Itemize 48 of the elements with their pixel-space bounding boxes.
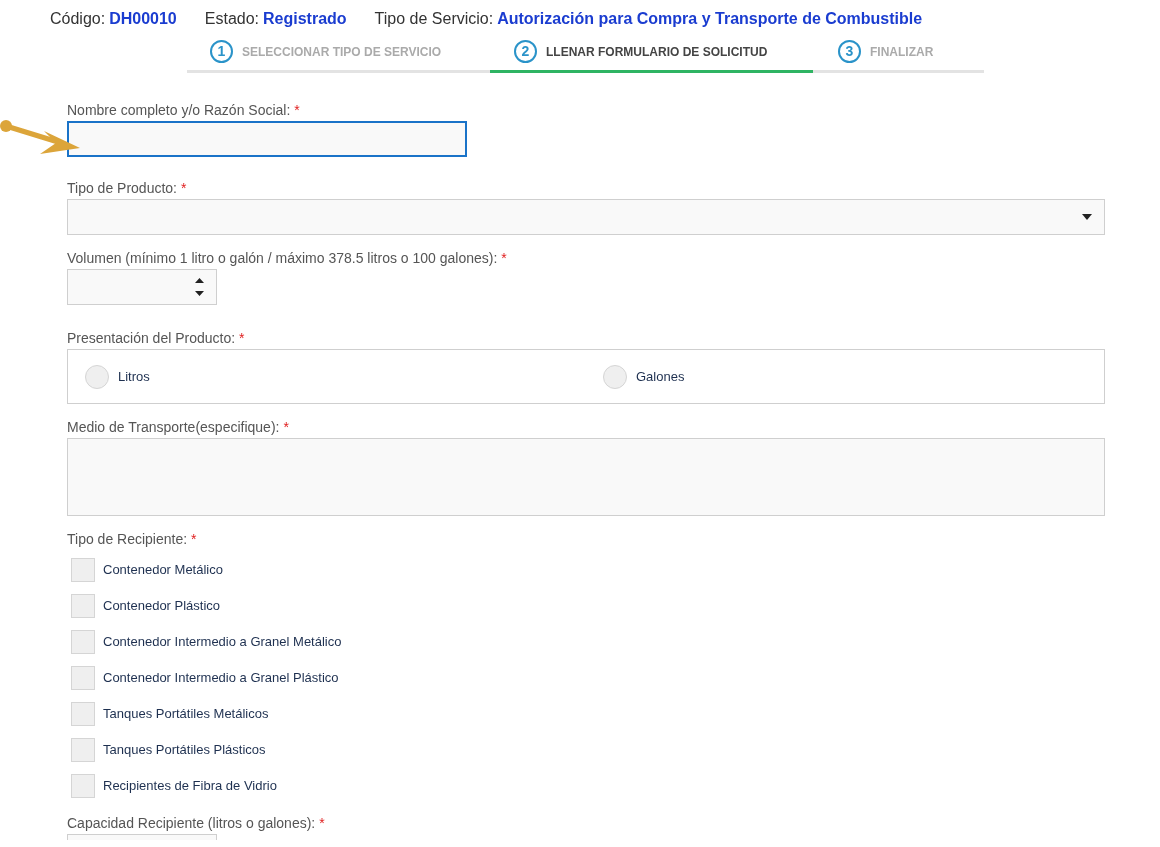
radio-label: Galones bbox=[636, 367, 685, 386]
checkbox[interactable] bbox=[71, 630, 95, 654]
required-asterisk: * bbox=[501, 249, 507, 267]
required-asterisk: * bbox=[191, 530, 197, 548]
step-tab[interactable]: 3 FINALIZAR bbox=[813, 33, 984, 73]
field-label: Tipo de Recipiente: bbox=[67, 530, 188, 548]
radio-label: Litros bbox=[118, 367, 150, 386]
text-field[interactable] bbox=[67, 121, 467, 157]
radio-button[interactable] bbox=[85, 364, 109, 389]
checkbox[interactable] bbox=[71, 666, 95, 690]
header-label: Tipo de Servicio: bbox=[374, 9, 494, 29]
required-asterisk: * bbox=[319, 814, 325, 832]
number-field[interactable] bbox=[67, 834, 217, 840]
step-tab[interactable]: 1 SELECCIONAR TIPO DE SERVICIO bbox=[187, 33, 490, 73]
checkbox-label: Contenedor Intermedio a Granel Plástico bbox=[103, 669, 339, 688]
checkbox-label: Tanques Portátiles Metálicos bbox=[103, 705, 269, 724]
field-label: Presentación del Producto: bbox=[67, 329, 236, 347]
required-asterisk: * bbox=[239, 329, 245, 347]
header-value: Autorización para Compra y Transporte de Combustible bbox=[497, 9, 923, 29]
checkbox-label: Contenedor Plástico bbox=[103, 597, 221, 616]
dropdown-field[interactable] bbox=[67, 199, 1105, 235]
checkbox[interactable] bbox=[71, 774, 95, 798]
spinner-arrows-icon bbox=[195, 277, 204, 297]
checkbox-label: Contenedor Intermedio a Granel Metálico bbox=[103, 633, 342, 652]
header-value: Registrado bbox=[263, 9, 347, 29]
checkbox[interactable] bbox=[71, 702, 95, 726]
checkbox-label: Tanques Portátiles Plásticos bbox=[103, 741, 266, 760]
field-label: Capacidad Recipiente (litros o galones): bbox=[67, 814, 316, 832]
required-asterisk: * bbox=[283, 418, 289, 436]
checkbox[interactable] bbox=[71, 594, 95, 618]
field-label: Tipo de Producto: bbox=[67, 179, 177, 197]
field-label: Nombre completo y/o Razón Social: bbox=[67, 101, 291, 119]
step-tab[interactable]: 2 LLENAR FORMULARIO DE SOLICITUD bbox=[490, 33, 813, 73]
checkbox-label: Recipientes de Fibra de Vidrio bbox=[103, 777, 277, 796]
header-label: Estado: bbox=[204, 9, 260, 29]
required-asterisk: * bbox=[181, 179, 187, 197]
field-label: Medio de Transporte(especifique): bbox=[67, 418, 280, 436]
field-label: Volumen (mínimo 1 litro o galón / máximo 378.5 litros o 100 galones): bbox=[67, 249, 498, 267]
checkbox[interactable] bbox=[71, 738, 95, 762]
header-value: DH00010 bbox=[109, 9, 177, 29]
checkbox-label: Contenedor Metálico bbox=[103, 561, 223, 580]
caret-icon bbox=[1082, 214, 1092, 220]
required-asterisk: * bbox=[294, 101, 300, 119]
number-field[interactable] bbox=[67, 269, 217, 305]
header-label: Código: bbox=[50, 9, 106, 29]
textarea-field[interactable] bbox=[67, 438, 1105, 516]
radio-button[interactable] bbox=[603, 364, 627, 389]
checkbox[interactable] bbox=[71, 558, 95, 582]
